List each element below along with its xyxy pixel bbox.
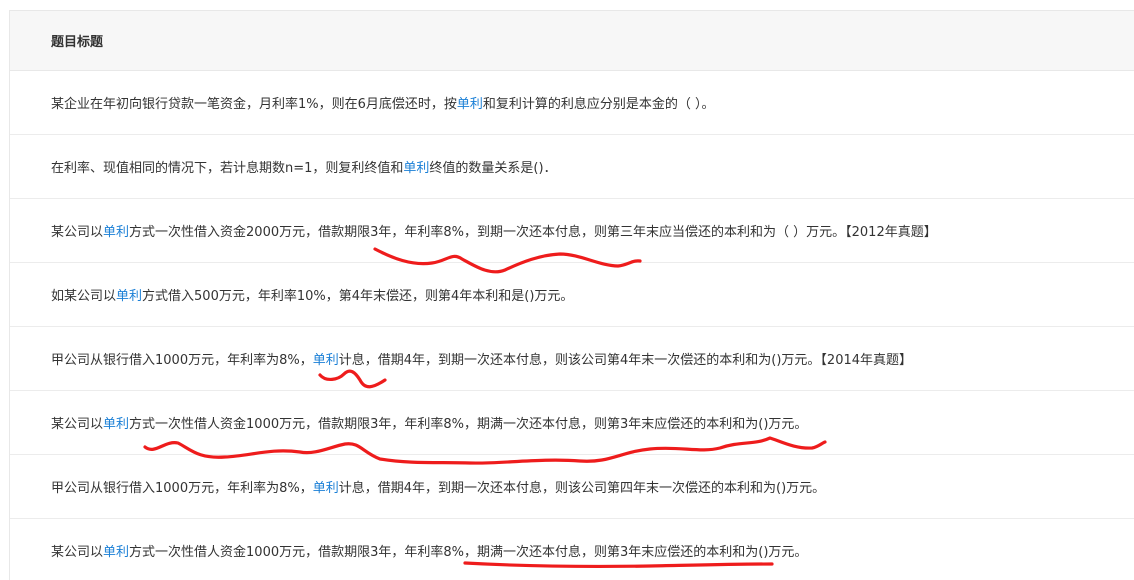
page: 题目标题 某企业在年初向银行贷款一笔资金，月利率1%，则在6月底偿还时，按 单利和… bbox=[0, 0, 1134, 580]
table-row[interactable]: 如某公司以 单利 方式借入500万元，年利率10%，第4年末偿还，则第4年本利和是(… bbox=[10, 263, 1134, 327]
table-row[interactable]: 某公司以 单利 方式一次性借入资金2000万元，借款期限3年，年利率8%，到期一次还… bbox=[10, 199, 1134, 263]
question-text-post: 方式一次性借入资金2000万元，借款期限3年，年利率8%，到期一次还本付息，则第… bbox=[129, 225, 937, 240]
table-row[interactable]: 某公司以 单利 方式一次性借人资金1000万元，借款期限3年，年利率8%，期满一次还… bbox=[10, 519, 1134, 580]
question-text-post: 和复利计算的利息应分别是本金的（ ）。 bbox=[482, 97, 715, 112]
keyword-link[interactable]: 单利 bbox=[313, 349, 339, 368]
question-text-pre: 在利率、现值相同的情况下，若计息期数n=1，则复利终值和 bbox=[51, 161, 404, 176]
question-text-post: 终值的数量关系是()． bbox=[429, 161, 557, 176]
question-text-post: 计息，借期4年，到期一次还本付息，则该公司第四年末一次偿还的本利和为()万元。 bbox=[338, 481, 826, 496]
keyword-link[interactable]: 单利 bbox=[457, 93, 483, 112]
question-table: 题目标题 某企业在年初向银行贷款一笔资金，月利率1%，则在6月底偿还时，按 单利和… bbox=[9, 10, 1134, 580]
keyword-link[interactable]: 单利 bbox=[103, 413, 129, 432]
question-text-pre: 甲公司从银行借入1000万元，年利率为8%， bbox=[51, 353, 313, 368]
table-row[interactable]: 甲公司从银行借入1000万元，年利率为8%， 单利 计息，借期4年，到期一次还本付息… bbox=[10, 455, 1134, 519]
question-text-pre: 某公司以 bbox=[51, 225, 104, 240]
table-row[interactable]: 某公司以 单利 方式一次性借人资金1000万元，借款期限3年，年利率8%，期满一次还… bbox=[10, 391, 1134, 455]
table-header: 题目标题 bbox=[10, 11, 1134, 71]
question-text-post: 方式一次性借人资金1000万元，借款期限3年，年利率8%，期满一次还本付息，则第… bbox=[129, 545, 808, 560]
keyword-link[interactable]: 单利 bbox=[403, 157, 429, 176]
question-text-pre: 某企业在年初向银行贷款一笔资金，月利率1%，则在6月底偿还时，按 bbox=[51, 97, 457, 112]
table-row[interactable]: 在利率、现值相同的情况下，若计息期数n=1，则复利终值和 单利 终值的数量关系是()… bbox=[10, 135, 1134, 199]
question-text-pre: 某公司以 bbox=[51, 545, 104, 560]
question-text-post: 方式借入500万元，年利率10%，第4年末偿还，则第4年本利和是()万元。 bbox=[142, 289, 574, 304]
question-text-pre: 如某公司以 bbox=[51, 289, 117, 304]
question-text-pre: 甲公司从银行借入1000万元，年利率为8%， bbox=[51, 481, 313, 496]
header-title: 题目标题 bbox=[51, 35, 104, 50]
keyword-link[interactable]: 单利 bbox=[103, 541, 129, 560]
question-text-post: 计息，借期4年，到期一次还本付息，则该公司第4年末一次偿还的本利和为()万元。【… bbox=[338, 353, 913, 368]
table-row[interactable]: 甲公司从银行借入1000万元，年利率为8%， 单利 计息，借期4年，到期一次还本付息… bbox=[10, 327, 1134, 391]
keyword-link[interactable]: 单利 bbox=[103, 221, 129, 240]
table-row[interactable]: 某企业在年初向银行贷款一笔资金，月利率1%，则在6月底偿还时，按 单利 和复利计算的… bbox=[10, 71, 1134, 135]
keyword-link[interactable]: 单利 bbox=[116, 285, 142, 304]
question-text-post: 方式一次性借人资金1000万元，借款期限3年，年利率8%，期满一次还本付息，则第… bbox=[129, 417, 808, 432]
question-text-pre: 某公司以 bbox=[51, 417, 104, 432]
keyword-link[interactable]: 单利 bbox=[313, 477, 339, 496]
